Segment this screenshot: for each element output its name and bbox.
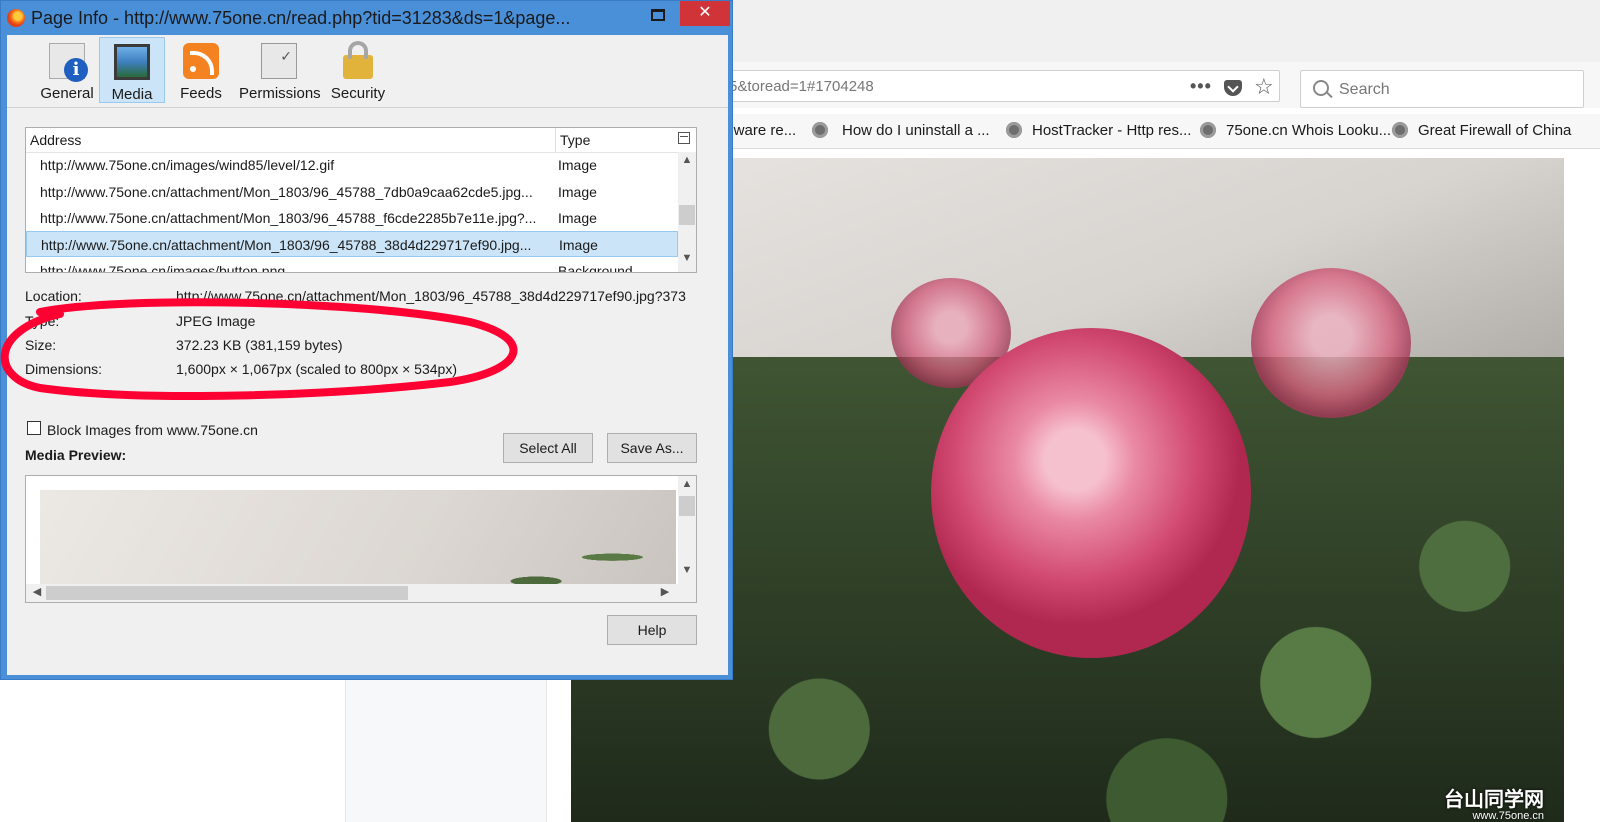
column-header-address[interactable]: Address: [30, 132, 81, 148]
page-info-dialog: Page Info - http://www.75one.cn/read.php…: [0, 0, 733, 680]
row-address: http://www.75one.cn/images/button.png: [40, 263, 286, 273]
size-value: 372.23 KB (381,159 bytes): [176, 337, 343, 353]
column-divider[interactable]: [555, 128, 556, 152]
location-label: Location:: [25, 288, 82, 304]
bookmark-item[interactable]: 75one.cn Whois Looku...: [1226, 122, 1391, 139]
type-value: JPEG Image: [176, 313, 256, 329]
scroll-thumb[interactable]: [679, 496, 695, 516]
media-list[interactable]: Address Type http://www.75one.cn/images/…: [25, 127, 697, 273]
preview-image: [40, 490, 676, 586]
row-address: http://www.75one.cn/images/wind85/level/…: [40, 157, 335, 173]
media-preview-label: Media Preview:: [25, 447, 127, 463]
bookmark-item[interactable]: How do I uninstall a ...: [842, 122, 990, 139]
maximize-icon: [651, 9, 665, 21]
scroll-down-icon[interactable]: ▼: [678, 252, 696, 268]
info-icon: [49, 43, 88, 82]
close-button[interactable]: ✕: [680, 1, 730, 26]
column-header-type[interactable]: Type: [560, 132, 590, 148]
tab-feeds-label: Feeds: [180, 85, 222, 102]
bookmark-star-icon[interactable]: ☆: [1254, 74, 1274, 100]
scroll-down-icon[interactable]: ▼: [678, 564, 696, 580]
row-type: Background: [558, 263, 633, 273]
table-row[interactable]: http://www.75one.cn/attachment/Mon_1803/…: [26, 179, 678, 205]
scroll-up-icon[interactable]: ▲: [678, 154, 696, 170]
dialog-titlebar[interactable]: Page Info - http://www.75one.cn/read.php…: [1, 1, 732, 35]
scroll-thumb[interactable]: [46, 586, 408, 600]
globe-icon: [1006, 122, 1022, 138]
bookmark-item[interactable]: Great Firewall of China: [1418, 122, 1571, 139]
block-images-checkbox[interactable]: [27, 421, 41, 435]
dialog-title: Page Info - http://www.75one.cn/read.php…: [31, 8, 571, 28]
maximize-button[interactable]: [641, 5, 671, 31]
bookmarks-toolbar: alware re... How do I uninstall a ... Ho…: [700, 114, 1600, 149]
size-label: Size:: [25, 337, 57, 353]
dialog-body: General Media Feeds Permissions Security: [7, 35, 728, 675]
save-as-button[interactable]: Save As...: [607, 433, 697, 463]
globe-icon: [1200, 122, 1216, 138]
location-value: http://www.75one.cn/attachment/Mon_1803/…: [176, 288, 686, 304]
search-placeholder: Search: [1339, 81, 1390, 98]
table-row[interactable]: http://www.75one.cn/images/button.png Ba…: [26, 258, 678, 273]
tab-security[interactable]: Security: [325, 37, 391, 103]
preview-vertical-scrollbar[interactable]: ▲ ▼: [678, 476, 696, 584]
page-info-toolbar: General Media Feeds Permissions Security: [7, 35, 728, 108]
page-actions-menu-icon[interactable]: •••: [1190, 76, 1212, 97]
lock-icon: [343, 41, 373, 79]
scroll-right-icon[interactable]: ▶: [656, 585, 674, 601]
help-button[interactable]: Help: [607, 615, 697, 645]
list-scrollbar[interactable]: ▲ ▼: [678, 152, 696, 272]
rss-icon: [183, 43, 219, 79]
main-rose: [931, 328, 1251, 658]
row-type: Image: [559, 237, 598, 253]
close-icon: ✕: [698, 4, 712, 21]
tab-general-label: General: [40, 85, 94, 102]
page-content-column: [345, 680, 547, 822]
table-row-selected[interactable]: http://www.75one.cn/attachment/Mon_1803/…: [26, 231, 678, 257]
row-type: Image: [558, 157, 597, 173]
media-icon: [114, 44, 150, 80]
tab-security-label: Security: [330, 85, 386, 102]
select-all-button[interactable]: Select All: [503, 433, 593, 463]
background-rose: [1251, 268, 1411, 418]
tab-media[interactable]: Media: [99, 37, 165, 103]
block-images-label[interactable]: Block Images from www.75one.cn: [47, 422, 258, 438]
tab-permissions-label: Permissions: [239, 85, 321, 102]
media-preview: ▲ ▼ ◀ ▶: [25, 475, 697, 603]
globe-icon: [1392, 122, 1408, 138]
preview-horizontal-scrollbar[interactable]: ◀ ▶: [26, 584, 696, 602]
bookmark-item[interactable]: alware re...: [722, 122, 796, 139]
table-row[interactable]: http://www.75one.cn/attachment/Mon_1803/…: [26, 205, 678, 231]
row-address: http://www.75one.cn/attachment/Mon_1803/…: [40, 210, 537, 226]
tab-feeds[interactable]: Feeds: [173, 37, 229, 103]
row-type: Image: [558, 184, 597, 200]
column-picker-icon[interactable]: [678, 132, 690, 144]
tab-general[interactable]: General: [37, 37, 97, 103]
type-label: Type:: [25, 313, 60, 329]
tab-permissions[interactable]: Permissions: [239, 37, 321, 103]
watermark-url: www.75one.cn: [1472, 810, 1544, 822]
search-input[interactable]: Search: [1300, 70, 1584, 108]
tab-media-label: Media: [111, 86, 153, 103]
table-row[interactable]: http://www.75one.cn/images/wind85/level/…: [26, 152, 678, 178]
watermark-logo: 台山同学网: [1444, 789, 1544, 811]
url-text: 5&toread=1#1704248: [729, 78, 874, 95]
row-type: Image: [558, 210, 597, 226]
scroll-up-icon[interactable]: ▲: [678, 478, 696, 494]
search-icon: [1313, 80, 1329, 96]
scroll-thumb[interactable]: [679, 205, 695, 225]
dimensions-label: Dimensions:: [25, 361, 103, 377]
list-header: Address Type: [26, 128, 696, 153]
row-address: http://www.75one.cn/attachment/Mon_1803/…: [40, 184, 533, 200]
bookmark-item[interactable]: HostTracker - Http res...: [1032, 122, 1191, 139]
permissions-icon: [261, 43, 297, 79]
globe-icon: [812, 122, 828, 138]
dimensions-value: 1,600px × 1,067px (scaled to 800px × 534…: [176, 361, 457, 377]
firefox-icon: [7, 9, 25, 27]
page-content-area: [0, 680, 345, 822]
row-address: http://www.75one.cn/attachment/Mon_1803/…: [41, 237, 532, 253]
scroll-left-icon[interactable]: ◀: [28, 585, 46, 601]
